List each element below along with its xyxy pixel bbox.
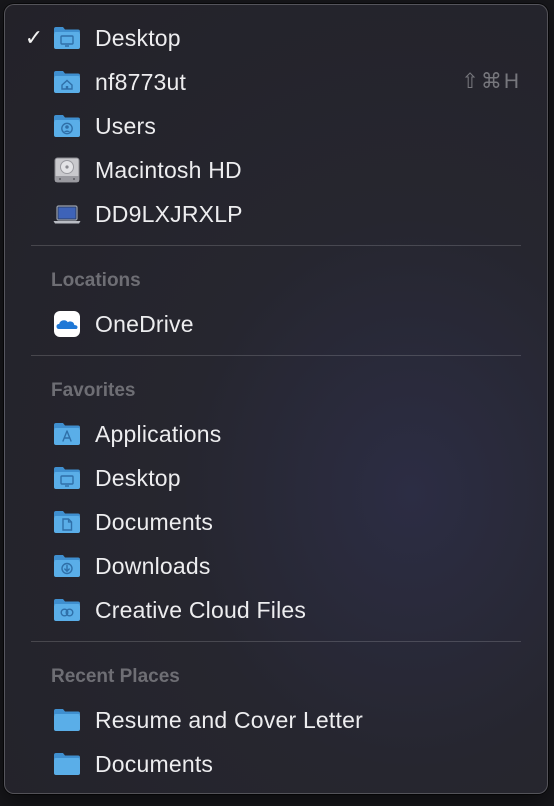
desktop-folder-icon xyxy=(54,467,80,489)
folder-icon xyxy=(54,709,80,731)
onedrive-icon xyxy=(54,311,80,337)
menu-item-label: Users xyxy=(95,113,157,139)
location-popup-menu: ✓ Desktop nf8773ut ⇧⌘H Users Macintosh H… xyxy=(4,4,548,794)
laptop-icon xyxy=(53,205,81,224)
users-folder-icon xyxy=(54,115,80,137)
menu-divider xyxy=(31,245,521,246)
menu-item-label: DD9LXJRXLP xyxy=(95,201,243,227)
menu-item-macintosh-hd[interactable]: Macintosh HD xyxy=(5,148,547,192)
applications-folder-icon xyxy=(54,423,80,445)
menu-item-label: Applications xyxy=(95,421,222,447)
menu-item-label: Creative Cloud Files xyxy=(95,597,307,623)
menu-item-desktop-favorite[interactable]: Desktop xyxy=(5,456,547,500)
menu-item-label: Macintosh HD xyxy=(95,157,242,183)
menu-item-label: Documents xyxy=(95,751,214,777)
home-folder-icon xyxy=(54,71,80,93)
menu-item-home[interactable]: nf8773ut ⇧⌘H xyxy=(5,60,547,104)
hard-drive-icon xyxy=(54,157,80,183)
menu-item-label: Desktop xyxy=(95,25,181,51)
section-header-locations: Locations xyxy=(51,270,141,291)
menu-item-applications[interactable]: Applications xyxy=(5,412,547,456)
keyboard-shortcut: ⇧⌘H xyxy=(461,70,521,93)
menu-item-onedrive[interactable]: OneDrive xyxy=(5,302,547,346)
menu-item-label: nf8773ut xyxy=(95,69,187,95)
documents-folder-icon xyxy=(54,511,80,533)
menu-item-documents[interactable]: Documents xyxy=(5,500,547,544)
folder-icon xyxy=(54,753,80,775)
menu-item-resume-and-cover-letter[interactable]: Resume and Cover Letter xyxy=(5,698,547,742)
creative-cloud-folder-icon xyxy=(54,599,80,621)
section-header-recent-places: Recent Places xyxy=(51,666,180,687)
menu-item-label: OneDrive xyxy=(95,311,194,337)
menu-item-computer[interactable]: DD9LXJRXLP xyxy=(5,192,547,236)
menu-item-users[interactable]: Users xyxy=(5,104,547,148)
menu-item-downloads[interactable]: Downloads xyxy=(5,544,547,588)
menu-divider xyxy=(31,641,521,642)
desktop-folder-icon xyxy=(54,27,80,49)
menu-item-label: Desktop xyxy=(95,465,181,491)
downloads-folder-icon xyxy=(54,555,80,577)
menu-item-label: Documents xyxy=(95,509,214,535)
checkmark-icon: ✓ xyxy=(24,25,44,50)
menu-item-desktop[interactable]: ✓ Desktop xyxy=(5,16,547,60)
menu-item-documents-recent[interactable]: Documents xyxy=(5,742,547,786)
menu-divider xyxy=(31,355,521,356)
section-header-favorites: Favorites xyxy=(51,380,136,401)
menu-item-label: Resume and Cover Letter xyxy=(95,707,363,733)
menu-item-creative-cloud-files[interactable]: Creative Cloud Files xyxy=(5,588,547,632)
menu-item-label: Downloads xyxy=(95,553,211,579)
